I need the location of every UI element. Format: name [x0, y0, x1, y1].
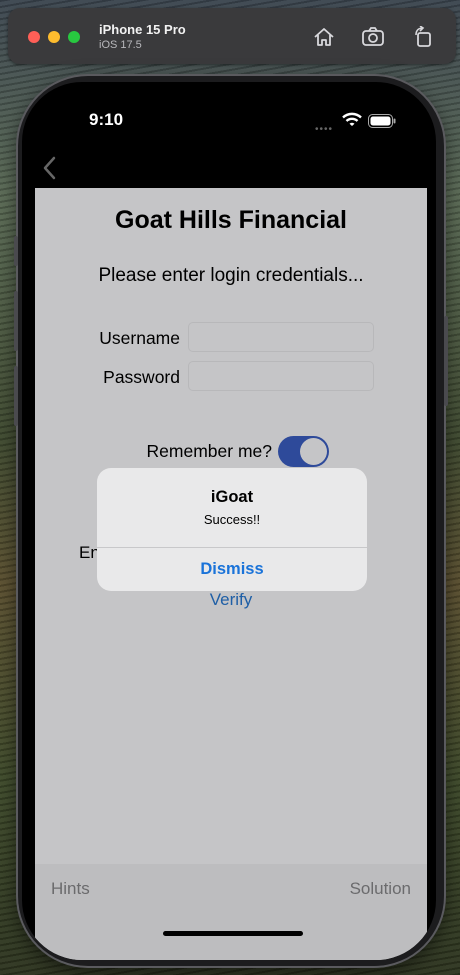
simulator-title-bar: iPhone 15 Pro iOS 17.5 — [8, 8, 456, 64]
toggle-knob — [300, 438, 327, 465]
password-label: Password — [103, 367, 180, 387]
alert-message: Success!! — [203, 512, 261, 527]
screenshot-icon[interactable] — [361, 26, 385, 48]
os-version: iOS 17.5 — [99, 39, 142, 51]
volume-up-button — [14, 291, 18, 351]
device-name: iPhone 15 Pro — [99, 22, 186, 37]
minimize-window-button[interactable] — [48, 31, 60, 43]
verify-button[interactable]: Verify — [35, 590, 427, 610]
signal-dots: •••• — [315, 124, 334, 135]
zoom-window-button[interactable] — [68, 31, 80, 43]
dismiss-button[interactable]: Dismiss — [97, 548, 367, 591]
password-field[interactable] — [188, 361, 374, 391]
remember-me-toggle[interactable] — [278, 436, 329, 467]
username-field[interactable] — [188, 322, 374, 352]
hints-button[interactable]: Hints — [51, 879, 90, 899]
remember-me-label: Remember me? — [146, 441, 272, 461]
mute-switch — [14, 236, 18, 266]
success-alert: iGoat Success!! Dismiss — [97, 468, 367, 591]
app-title: Goat Hills Financial — [115, 206, 347, 234]
rotate-icon[interactable] — [412, 26, 436, 48]
home-indicator[interactable] — [163, 931, 303, 936]
back-chevron-icon[interactable] — [42, 156, 56, 185]
login-prompt: Please enter login credentials... — [98, 265, 364, 286]
status-time: 9:10 — [89, 110, 124, 129]
username-label: Username — [99, 328, 180, 348]
power-button — [444, 316, 448, 406]
solution-button[interactable]: Solution — [350, 879, 411, 899]
battery-icon — [368, 114, 396, 133]
close-window-button[interactable] — [28, 31, 40, 43]
alert-title: iGoat — [210, 488, 254, 506]
bottom-toolbar: Hints Solution — [35, 864, 427, 960]
home-icon[interactable] — [312, 26, 336, 48]
volume-down-button — [14, 366, 18, 426]
wifi-icon — [342, 112, 362, 133]
